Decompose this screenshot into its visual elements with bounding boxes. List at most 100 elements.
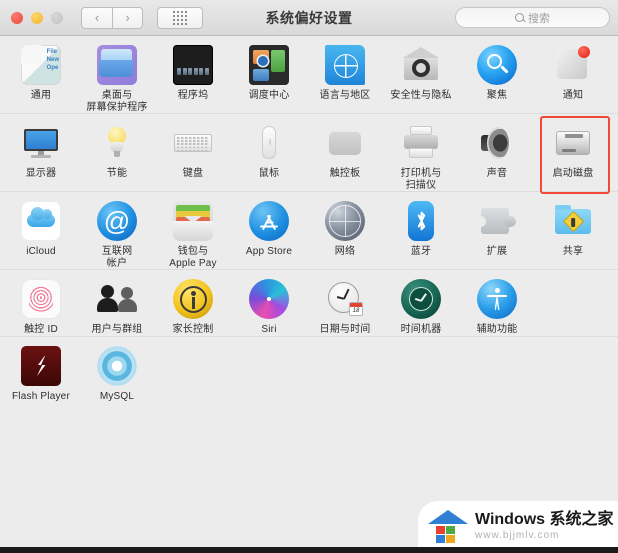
pref-touch-id[interactable]: 触控 ID xyxy=(3,270,79,336)
pref-label: 声音 xyxy=(486,168,508,179)
dock-icon xyxy=(173,45,213,85)
sharing-icon xyxy=(553,201,593,241)
preferences-grid: 通用 桌面与 屏幕保护程序 程序坞 调度中心 语言与地区 xyxy=(0,36,618,402)
pref-bluetooth[interactable]: 蓝牙 xyxy=(383,192,459,269)
pref-label: 触控 ID xyxy=(24,324,58,335)
pref-label: 启动磁盘 xyxy=(552,168,594,179)
pref-general[interactable]: 通用 xyxy=(3,36,79,113)
minimize-button-icon[interactable] xyxy=(31,11,43,24)
pref-date-time[interactable]: 18 日期与时间 xyxy=(307,270,383,336)
accessibility-icon xyxy=(477,279,517,319)
search-placeholder: 搜索 xyxy=(528,12,550,25)
grid-view-icon xyxy=(173,10,187,25)
mouse-icon xyxy=(249,123,289,163)
pref-icloud[interactable]: iCloud xyxy=(3,192,79,269)
chevron-right-icon: › xyxy=(125,10,130,25)
watermark-brand-cn: 系统之家 xyxy=(549,511,614,529)
pref-displays[interactable]: 显示器 xyxy=(3,114,79,191)
pref-label: Flash Player xyxy=(12,390,70,402)
language-region-icon xyxy=(325,45,365,85)
pref-keyboard[interactable]: 键盘 xyxy=(155,114,231,191)
site-watermark: Windows 系统之家 www.bjjmlv.com xyxy=(418,501,618,553)
pref-trackpad[interactable]: 触控板 xyxy=(307,114,383,191)
internet-accounts-icon: @ xyxy=(97,201,137,241)
flash-player-icon xyxy=(21,345,61,386)
pref-label: 互联网 帐户 xyxy=(101,246,133,269)
watermark-brand: Windows 系统之家 xyxy=(475,511,614,529)
pref-label: 桌面与 屏幕保护程序 xyxy=(86,90,148,113)
mission-control-icon xyxy=(249,45,289,85)
pref-label: App Store xyxy=(245,246,293,257)
pref-mission-control[interactable]: 调度中心 xyxy=(231,36,307,113)
pref-label: 时间机器 xyxy=(400,324,442,335)
displays-icon xyxy=(21,123,61,163)
pref-siri[interactable]: Siri xyxy=(231,270,307,336)
pref-label: 键盘 xyxy=(182,168,204,179)
pref-label: MySQL xyxy=(99,390,135,402)
system-preferences-window: ‹ › 系统偏好设置 搜索 通用 xyxy=(0,0,618,553)
pref-desktop-screensaver[interactable]: 桌面与 屏幕保护程序 xyxy=(79,36,155,113)
pref-empty-slot xyxy=(535,270,611,336)
search-icon xyxy=(515,13,524,22)
app-store-icon xyxy=(249,201,289,241)
show-all-button[interactable] xyxy=(157,6,203,29)
pref-mysql[interactable]: MySQL xyxy=(79,337,155,403)
pref-printers-scanners[interactable]: 打印机与 扫描仪 xyxy=(383,114,459,191)
touch-id-icon xyxy=(21,279,61,319)
pref-label: 钱包与 Apple Pay xyxy=(169,246,217,269)
window-titlebar: ‹ › 系统偏好设置 搜索 xyxy=(0,0,618,36)
pref-notifications[interactable]: 通知 xyxy=(535,36,611,113)
traffic-light-group xyxy=(11,11,63,24)
pref-accessibility[interactable]: 辅助功能 xyxy=(459,270,535,336)
pref-label: 节能 xyxy=(106,168,128,179)
keyboard-icon xyxy=(173,123,213,163)
pref-startup-disk[interactable]: 启动磁盘 xyxy=(535,114,611,191)
spotlight-icon xyxy=(477,45,517,85)
pref-language-region[interactable]: 语言与地区 xyxy=(307,36,383,113)
back-button[interactable]: ‹ xyxy=(81,6,112,29)
pref-label: 蓝牙 xyxy=(410,246,432,257)
pref-mouse[interactable]: 鼠标 xyxy=(231,114,307,191)
close-button-icon[interactable] xyxy=(11,11,23,24)
pref-internet-accounts[interactable]: @ 互联网 帐户 xyxy=(79,192,155,269)
pref-label: 语言与地区 xyxy=(319,90,371,101)
pref-sound[interactable]: 声音 xyxy=(459,114,535,191)
parental-controls-icon xyxy=(173,279,213,319)
icloud-icon xyxy=(21,201,61,241)
pref-time-machine[interactable]: 时间机器 xyxy=(383,270,459,336)
pref-label: 鼠标 xyxy=(258,168,280,179)
pref-label: 日期与时间 xyxy=(319,324,371,335)
mysql-icon xyxy=(97,345,137,386)
pref-energy-saver[interactable]: 节能 xyxy=(79,114,155,191)
search-field[interactable]: 搜索 xyxy=(455,7,610,28)
pref-label: Siri xyxy=(261,324,277,335)
pref-parental-controls[interactable]: 家长控制 xyxy=(155,270,231,336)
pref-security-privacy[interactable]: 安全性与隐私 xyxy=(383,36,459,113)
pref-sharing[interactable]: 共享 xyxy=(535,192,611,269)
pref-network[interactable]: 网络 xyxy=(307,192,383,269)
pref-label: 调度中心 xyxy=(248,90,290,101)
preferences-row-5: Flash Player MySQL xyxy=(0,337,618,403)
time-machine-icon xyxy=(401,279,441,319)
pref-flash-player[interactable]: Flash Player xyxy=(3,337,79,403)
pref-wallet-applepay[interactable]: 钱包与 Apple Pay xyxy=(155,192,231,269)
pref-users-groups[interactable]: 用户与群组 xyxy=(79,270,155,336)
pref-label: 家长控制 xyxy=(172,324,214,335)
watermark-url: www.bjjmlv.com xyxy=(475,530,560,542)
pref-spotlight[interactable]: 聚焦 xyxy=(459,36,535,113)
printers-scanners-icon xyxy=(401,123,441,163)
preferences-row-1: 通用 桌面与 屏幕保护程序 程序坞 调度中心 语言与地区 xyxy=(0,36,618,114)
pref-label: 显示器 xyxy=(25,168,57,179)
date-time-icon: 18 xyxy=(325,279,365,319)
preferences-row-4: 触控 ID 用户与群组 家长控制 Siri 18 日期与时间 时间机器 辅助功能 xyxy=(0,270,618,337)
startup-disk-icon xyxy=(553,123,593,163)
pref-label: 安全性与隐私 xyxy=(390,90,452,101)
extensions-icon xyxy=(475,201,517,241)
pref-label: 扩展 xyxy=(486,246,508,257)
general-icon xyxy=(21,45,61,85)
zoom-button-icon[interactable] xyxy=(51,11,63,24)
pref-dock[interactable]: 程序坞 xyxy=(155,36,231,113)
forward-button[interactable]: › xyxy=(112,6,143,29)
pref-app-store[interactable]: App Store xyxy=(231,192,307,269)
pref-extensions[interactable]: 扩展 xyxy=(459,192,535,269)
